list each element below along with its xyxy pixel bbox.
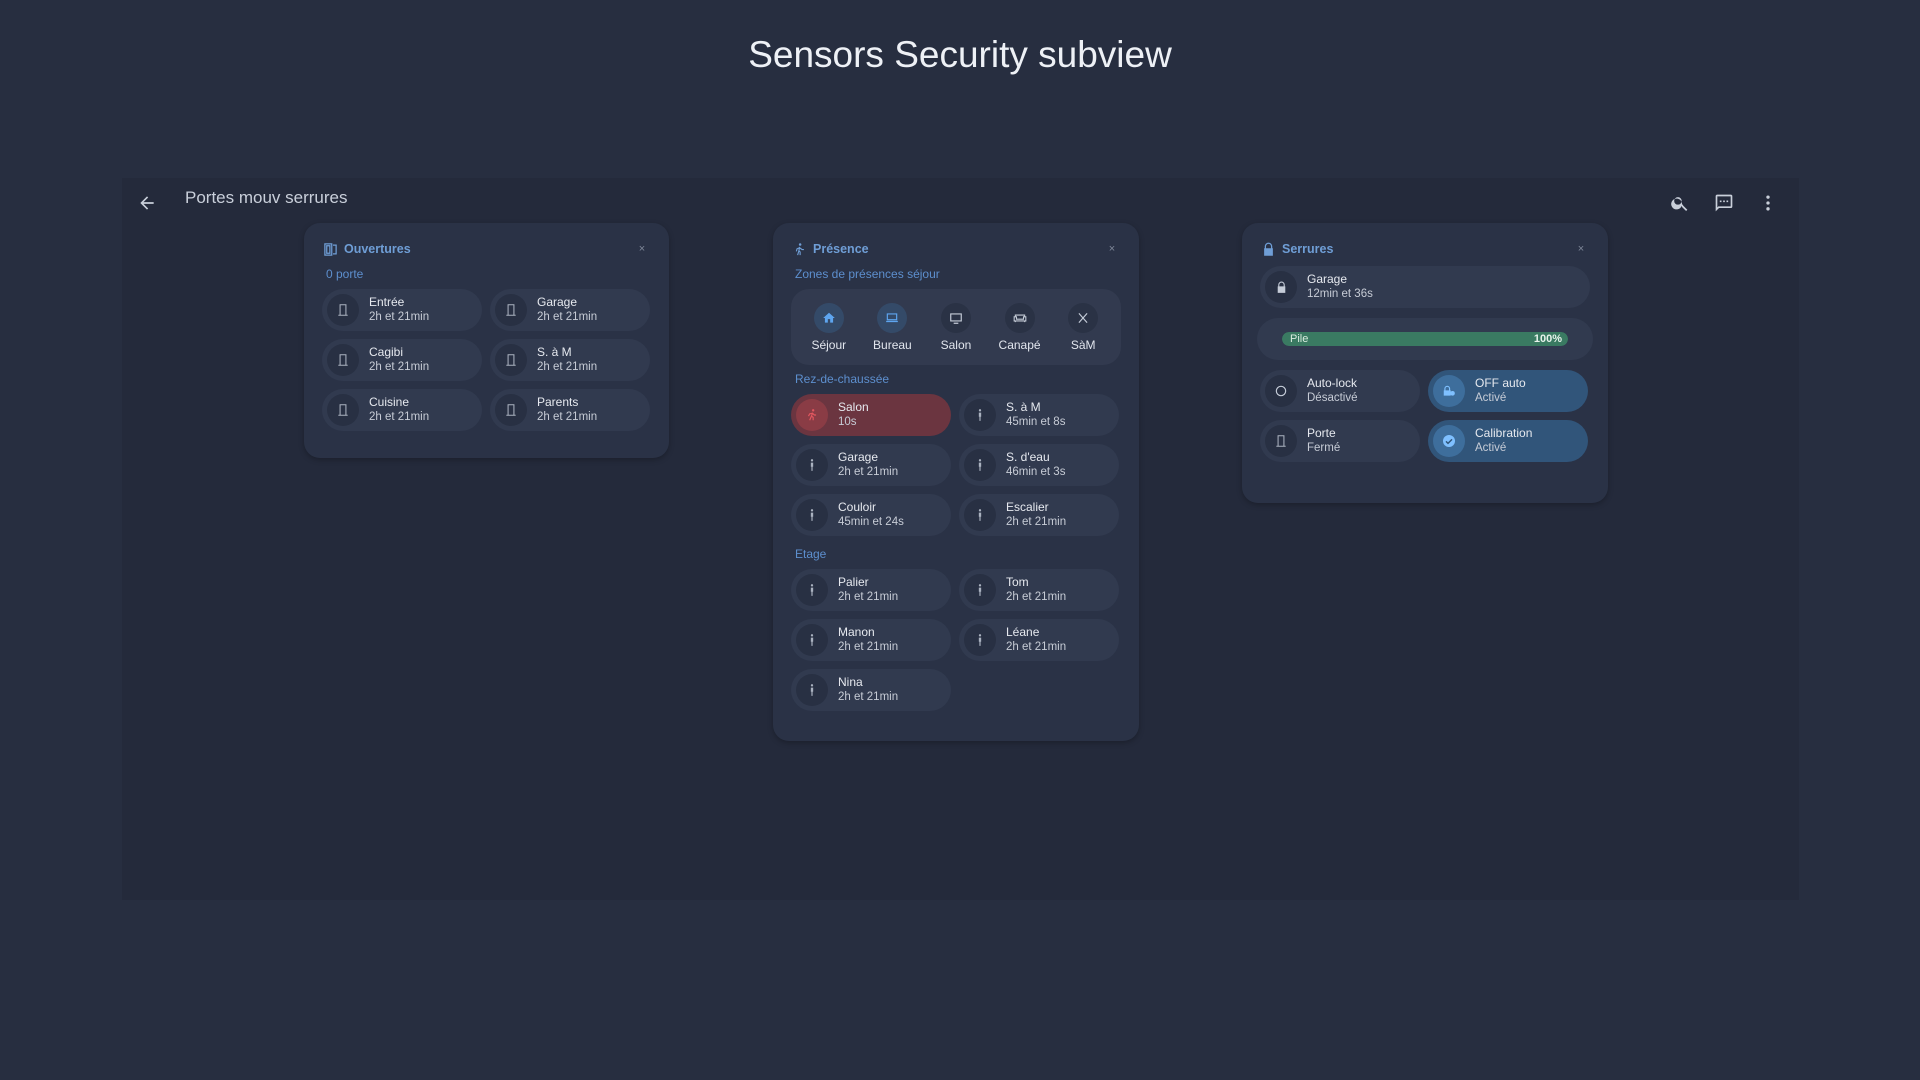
motion-tile[interactable]: Nina 2h et 21min xyxy=(791,669,951,711)
off-auto-toggle[interactable]: OFF auto Activé xyxy=(1428,370,1588,412)
lock-icon xyxy=(1265,271,1297,303)
motion-tile[interactable]: S. à M 45min et 8s xyxy=(959,394,1119,436)
person-icon xyxy=(964,624,996,656)
etage-title: Etage xyxy=(795,547,827,561)
top-bar: Portes mouv serrures xyxy=(122,178,1799,228)
door-icon xyxy=(495,294,527,326)
utensils-icon xyxy=(1068,302,1099,333)
door-icon xyxy=(495,344,527,376)
person-icon xyxy=(964,399,996,431)
door-icon xyxy=(1265,425,1297,457)
door-icon xyxy=(327,344,359,376)
motion-tile[interactable]: S. d'eau 46min et 3s xyxy=(959,444,1119,486)
auto-lock-toggle[interactable]: Auto-lock Désactivé xyxy=(1260,370,1420,412)
doors-count: 0 porte xyxy=(326,267,364,281)
calibration-toggle[interactable]: Calibration Activé xyxy=(1428,420,1588,462)
card-title: Présence xyxy=(813,242,869,256)
door-tile[interactable]: Entrée 2h et 21min xyxy=(322,289,482,331)
door-tile[interactable]: S. à M 2h et 21min xyxy=(490,339,650,381)
view-title: Portes mouv serrures xyxy=(185,188,348,207)
person-icon xyxy=(796,499,828,531)
rdc-title: Rez-de-chaussée xyxy=(795,372,890,386)
menu-button[interactable] xyxy=(1751,186,1785,220)
battery-row: Pile 100% xyxy=(1257,318,1593,360)
person-icon xyxy=(964,449,996,481)
battery-bar: Pile 100% xyxy=(1282,332,1568,346)
dots-vertical-icon xyxy=(1766,195,1770,211)
person-icon xyxy=(796,674,828,706)
person-icon xyxy=(796,624,828,656)
motion-tile[interactable]: Salon 10s xyxy=(791,394,951,436)
app-window: Portes mouv serrures Ouvertures × 0 port… xyxy=(122,178,1799,900)
home-icon xyxy=(813,302,844,333)
card-title: Serrures xyxy=(1282,242,1334,256)
motion-tile[interactable]: Palier 2h et 21min xyxy=(791,569,951,611)
person-icon xyxy=(964,499,996,531)
tv-icon xyxy=(940,302,971,333)
battery-value: 100% xyxy=(1533,333,1562,345)
run-icon xyxy=(796,399,828,431)
check-circle-icon xyxy=(1433,425,1465,457)
close-button[interactable]: × xyxy=(633,240,651,258)
door-icon xyxy=(327,394,359,426)
rdc-grid: Salon 10s S. à M 45min et 8s Garage 2h et 2… xyxy=(791,394,1121,536)
close-button[interactable]: × xyxy=(1572,240,1590,258)
zone-salon[interactable]: Salon xyxy=(927,302,985,352)
etage-grid: Palier 2h et 21min Tom 2h et 21min Manon 2h… xyxy=(791,569,1121,711)
chat-icon xyxy=(1715,194,1733,212)
door-tile[interactable]: Garage 2h et 21min xyxy=(490,289,650,331)
zone-sam[interactable]: SàM xyxy=(1054,302,1112,352)
page-title: Sensors Security subview xyxy=(748,34,1172,75)
battery-label: Pile xyxy=(1290,333,1309,345)
lock-icon xyxy=(1260,241,1276,257)
lock-toggles: Auto-lock Désactivé OFF auto Activé Porte F… xyxy=(1260,370,1590,462)
door-tile[interactable]: Cagibi 2h et 21min xyxy=(322,339,482,381)
door-icon xyxy=(327,294,359,326)
door-tile[interactable]: Parents 2h et 21min xyxy=(490,389,650,431)
arrow-left-icon xyxy=(140,196,154,210)
laptop-icon xyxy=(877,302,908,333)
door-open-icon xyxy=(322,241,338,257)
zone-canape[interactable]: Canapé xyxy=(991,302,1049,352)
close-button[interactable]: × xyxy=(1103,240,1121,258)
motion-tile[interactable]: Manon 2h et 21min xyxy=(791,619,951,661)
circle-outline-icon xyxy=(1265,375,1297,407)
presence-card: Présence × Zones de présences séjour Séj… xyxy=(773,223,1139,741)
motion-tile[interactable]: Léane 2h et 21min xyxy=(959,619,1119,661)
motion-tile[interactable]: Garage 2h et 21min xyxy=(791,444,951,486)
serrures-card: Serrures × Garage 12min et 36s Pile 100% … xyxy=(1242,223,1608,503)
search-button[interactable] xyxy=(1663,186,1697,220)
zone-bureau[interactable]: Bureau xyxy=(863,302,921,352)
zone-sejour[interactable]: Séjour xyxy=(800,302,858,352)
motion-tile[interactable]: Tom 2h et 21min xyxy=(959,569,1119,611)
doors-grid: Entrée 2h et 21min Garage 2h et 21min Cagi… xyxy=(322,289,651,431)
person-icon xyxy=(796,574,828,606)
chat-button[interactable] xyxy=(1707,186,1741,220)
lock-tile[interactable]: Garage 12min et 36s xyxy=(1260,266,1590,308)
motion-tile[interactable]: Couloir 45min et 24s xyxy=(791,494,951,536)
person-icon xyxy=(964,574,996,606)
door-tile[interactable]: Cuisine 2h et 21min xyxy=(322,389,482,431)
card-title: Ouvertures xyxy=(344,242,411,256)
door-icon xyxy=(495,394,527,426)
sofa-icon xyxy=(1004,302,1035,333)
back-button[interactable] xyxy=(130,186,164,220)
ouvertures-card: Ouvertures × 0 porte Entrée 2h et 21min G… xyxy=(304,223,669,458)
porte-toggle[interactable]: Porte Fermé xyxy=(1260,420,1420,462)
search-icon xyxy=(1671,197,1688,211)
lock-clock-icon xyxy=(1433,375,1465,407)
zones-bar: Séjour Bureau Salon Canapé SàM xyxy=(791,289,1121,365)
zones-title: Zones de présences séjour xyxy=(795,267,940,281)
person-icon xyxy=(796,449,828,481)
motion-tile[interactable]: Escalier 2h et 21min xyxy=(959,494,1119,536)
battery-fill xyxy=(1282,332,1568,346)
walk-icon xyxy=(791,241,807,257)
